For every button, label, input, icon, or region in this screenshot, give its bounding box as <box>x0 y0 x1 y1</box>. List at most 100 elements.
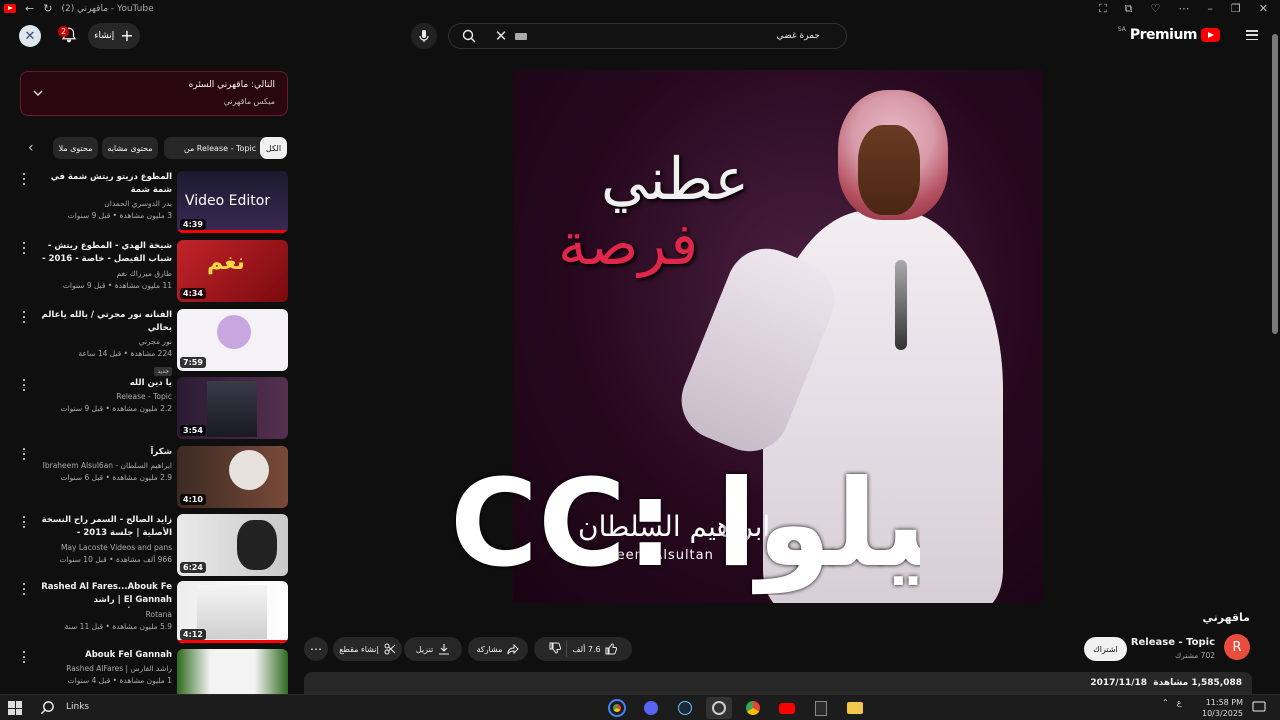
rec-channel[interactable]: ابراهيم السلطان - Ibraheem Alsul6an <box>32 461 172 470</box>
notifications-badge: 2 <box>58 26 70 37</box>
extensions-icon[interactable]: ⧉ <box>1125 2 1133 16</box>
rec-channel[interactable]: Release - Topic <box>32 392 172 401</box>
masthead: ✕ 2 إنشاء + ✕ جمرة غضي SA Premium <box>0 17 1280 55</box>
keyboard-icon[interactable] <box>515 32 527 40</box>
recommendation-item[interactable]: زايد الصالح - السمر راح النسخة الأصلية |… <box>18 514 290 576</box>
more-actions-icon[interactable] <box>21 583 27 595</box>
account-avatar[interactable]: ✕ <box>19 25 41 47</box>
rec-thumbnail[interactable]: نغم 4:34 <box>177 240 288 302</box>
more-actions-button[interactable]: ⋯ <box>304 637 328 661</box>
chip-related-partial[interactable]: محتوى ملا <box>53 137 98 159</box>
more-icon[interactable]: ⋯ <box>1178 2 1189 15</box>
channel-name[interactable]: Release - Topic <box>1131 637 1215 648</box>
browser-active-icon[interactable] <box>706 697 732 719</box>
rec-channel[interactable]: Rotana <box>32 610 172 619</box>
minimize-icon[interactable]: – <box>1207 2 1213 15</box>
page-scrollbar[interactable] <box>1272 30 1278 690</box>
system-tray: ⌃ ع <box>1162 698 1181 707</box>
recommendation-item[interactable]: شكراً ابراهيم السلطان - Ibraheem Alsul6an… <box>18 446 290 508</box>
more-actions-icon[interactable] <box>21 516 27 528</box>
rec-channel[interactable]: نور مجرتي <box>32 337 172 346</box>
rec-thumbnail[interactable] <box>177 649 288 694</box>
voice-search-button[interactable] <box>411 23 437 49</box>
clear-search-icon[interactable]: ✕ <box>489 27 513 45</box>
search-box[interactable]: ✕ جمرة غضي <box>448 23 847 49</box>
rec-channel[interactable]: راشد الفارس | Rashed AlFares <box>32 664 172 673</box>
clip-button[interactable]: إنشاء مقطع <box>333 637 402 661</box>
dislike-button[interactable] <box>549 642 562 656</box>
create-label: إنشاء <box>94 31 115 41</box>
recommendation-item[interactable]: المطوع دريتو ريتش شمة في شمة شمة بدر الدو… <box>18 171 290 233</box>
search-input[interactable]: جمرة غضي <box>527 31 846 41</box>
notification-center-icon[interactable] <box>1252 700 1266 714</box>
rec-title[interactable]: شكراً <box>32 446 172 459</box>
taskbar-search-icon[interactable] <box>40 700 55 715</box>
download-button[interactable]: تنزيل <box>404 637 462 661</box>
rec-channel[interactable]: طارق ميزراك نغم <box>32 269 172 278</box>
favorite-icon[interactable]: ♡ <box>1151 2 1161 15</box>
create-button[interactable]: إنشاء + <box>88 23 140 49</box>
windows-start-icon[interactable] <box>8 701 22 715</box>
thumbnail-illustration <box>197 585 267 639</box>
recommendation-item[interactable]: شيخة الهدي - المطوع ريتش - شباب الفيصل -… <box>18 240 290 302</box>
more-actions-icon[interactable] <box>21 311 27 323</box>
chip-similar[interactable]: محتوى مشابه <box>102 137 158 159</box>
share-button[interactable]: مشاركة <box>468 637 528 661</box>
rec-title[interactable]: Rashed Al Fares...Abouk Fe El Gannah | ر… <box>32 581 172 608</box>
rec-title[interactable]: الفنانه نور مجرتي / يالله ياعالم بحالي <box>32 309 172 335</box>
file-explorer-icon[interactable] <box>842 697 868 719</box>
duration-badge: 4:39 <box>180 219 206 230</box>
rec-channel[interactable]: بدر الدوسري الحمدان <box>32 199 172 208</box>
input-language[interactable]: ع <box>1177 698 1182 707</box>
back-icon[interactable]: ← <box>25 2 34 15</box>
rec-title[interactable]: المطوع دريتو ريتش شمة في شمة شمة <box>32 171 172 197</box>
more-actions-icon[interactable] <box>21 448 27 460</box>
rec-title[interactable]: Abouk Fel Gannah <box>32 649 172 662</box>
recommendation-item[interactable]: يا دين الله Release - Topic 2.2 مليون مشاه… <box>18 377 290 439</box>
channel-avatar[interactable]: R <box>1224 634 1250 660</box>
search-button[interactable] <box>449 24 489 48</box>
rec-thumbnail[interactable]: 4:10 <box>177 446 288 508</box>
description-box[interactable]: 1,585,088 مشاهدة 2017/11/18 <box>304 672 1252 694</box>
subscribe-button[interactable]: اشتراك <box>1084 637 1127 661</box>
rec-title[interactable]: زايد الصالح - السمر راح النسخة الأصلية |… <box>32 514 172 541</box>
rec-thumbnail[interactable]: 7:59 <box>177 309 288 371</box>
guide-menu-icon[interactable] <box>1246 30 1258 40</box>
recommendation-item[interactable]: Abouk Fel Gannah راشد الفارس | Rashed AlF… <box>18 649 290 694</box>
chip-all[interactable]: الكل <box>260 137 287 159</box>
chevron-down-icon[interactable] <box>33 88 43 98</box>
chevron-left-icon[interactable]: ‹ <box>28 141 42 155</box>
more-actions-icon[interactable] <box>21 651 27 663</box>
rec-channel[interactable]: May Lacoste Videos and pans <box>32 543 172 552</box>
tray-overflow-icon[interactable]: ⌃ <box>1162 698 1169 707</box>
rec-meta: 11 مليون مشاهدة • قبل 9 سنوات <box>62 281 172 290</box>
more-actions-icon[interactable] <box>21 173 27 185</box>
rec-thumbnail[interactable]: Video Editor 4:39 <box>177 171 288 233</box>
recommendation-item[interactable]: الفنانه نور مجرتي / يالله ياعالم بحالي نو… <box>18 309 290 376</box>
steam-icon[interactable] <box>672 697 698 719</box>
mix-playlist-panel[interactable]: التالي: ماقهرني السئره ميكس ماقهرني <box>20 71 288 116</box>
reload-icon[interactable]: ↻ <box>43 2 52 15</box>
youtube-premium-logo[interactable]: SA Premium <box>1118 26 1220 43</box>
rec-title[interactable]: يا دين الله <box>32 377 172 390</box>
scrollbar-thumb[interactable] <box>1272 34 1278 334</box>
like-button[interactable]: 7.6 ألف <box>572 643 617 655</box>
chrome-profile-icon[interactable] <box>740 697 766 719</box>
rec-meta: 966 ألف مشاهدة • قبل 10 سنوات <box>59 555 172 564</box>
more-actions-icon[interactable] <box>21 379 27 391</box>
system-clock[interactable]: 11:58 PM 10/3/2025 <box>1202 697 1243 719</box>
restore-icon[interactable]: ❐ <box>1231 2 1241 15</box>
epic-games-icon[interactable] <box>808 697 834 719</box>
rec-thumbnail[interactable]: 4:12 <box>177 581 288 643</box>
rec-thumbnail[interactable]: 6:24 <box>177 514 288 576</box>
translate-icon[interactable]: ⛶ <box>1099 2 1107 16</box>
app-icon-purple[interactable] <box>638 697 664 719</box>
rec-thumbnail[interactable]: 3:54 <box>177 377 288 439</box>
taskbar-search-label[interactable]: Links <box>66 702 89 712</box>
youtube-app-icon[interactable] <box>774 697 800 719</box>
chrome-icon[interactable] <box>604 697 630 719</box>
rec-title[interactable]: شيخة الهدي - المطوع ريتش - شباب الفيصل -… <box>32 240 172 267</box>
more-actions-icon[interactable] <box>21 242 27 254</box>
close-window-icon[interactable]: ✕ <box>1259 2 1268 15</box>
recommendation-item[interactable]: Rashed Al Fares...Abouk Fe El Gannah | ر… <box>18 581 290 643</box>
